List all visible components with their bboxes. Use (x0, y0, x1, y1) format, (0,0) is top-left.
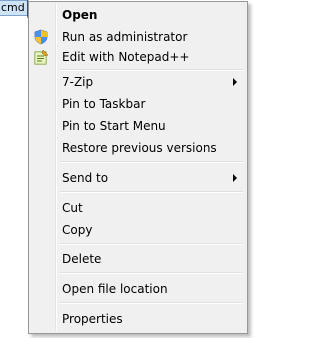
menu-item-open-file-location[interactable]: Open file location (31, 279, 245, 299)
menu-item-run-as-administrator[interactable]: Run as administrator (31, 27, 245, 47)
menu-separator (60, 161, 243, 163)
menu-item-open[interactable]: Open (31, 5, 245, 25)
menu-item-edit-with-notepad[interactable]: Edit with Notepad++ (31, 47, 245, 67)
menu-item-pin-to-start-menu[interactable]: Pin to Start Menu (31, 116, 245, 136)
menu-item-label: Send to (62, 171, 109, 185)
menu-item-label: Open (62, 8, 98, 22)
menu-item-properties[interactable]: Properties (31, 309, 245, 329)
menu-item-label: Restore previous versions (62, 141, 217, 155)
uac-shield-icon (34, 29, 48, 45)
menu-item-label: Open file location (62, 282, 168, 296)
menu-item-7zip[interactable]: 7-Zip (31, 72, 245, 92)
notepad-plus-plus-icon (34, 49, 49, 65)
menu-separator (60, 243, 243, 245)
menu-item-label: 7-Zip (62, 75, 94, 89)
menu-item-copy[interactable]: Copy (31, 220, 245, 240)
menu-item-label: Delete (62, 252, 102, 266)
menu-separator (60, 69, 243, 71)
submenu-arrow-icon (233, 174, 237, 182)
menu-item-delete[interactable]: Delete (31, 249, 245, 269)
menu-item-label: Pin to Taskbar (62, 97, 146, 111)
menu-item-label: Properties (62, 312, 123, 326)
context-menu: Open Run as administrator Edit with Note… (28, 1, 248, 334)
menu-separator (60, 191, 243, 193)
menu-item-label: Edit with Notepad++ (62, 50, 190, 64)
menu-item-cut[interactable]: Cut (31, 198, 245, 218)
menu-item-pin-to-taskbar[interactable]: Pin to Taskbar (31, 94, 245, 114)
menu-item-send-to[interactable]: Send to (31, 168, 245, 188)
menu-separator (60, 302, 243, 304)
menu-item-label: Copy (62, 223, 93, 237)
menu-item-label: Run as administrator (62, 30, 188, 44)
menu-separator (60, 272, 243, 274)
menu-item-label: Pin to Start Menu (62, 119, 166, 133)
menu-item-restore-previous-versions[interactable]: Restore previous versions (31, 138, 245, 158)
menu-item-label: Cut (62, 201, 83, 215)
file-name-label[interactable]: cmd (0, 0, 28, 16)
submenu-arrow-icon (233, 78, 237, 86)
